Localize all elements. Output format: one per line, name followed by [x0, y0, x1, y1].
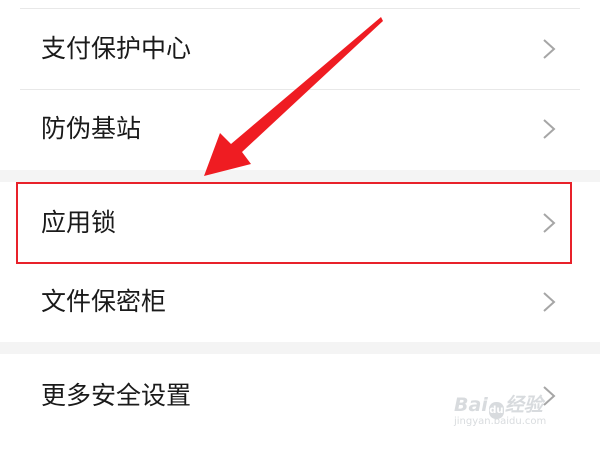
- chevron-right-icon: [542, 291, 556, 313]
- settings-item-payment-protection[interactable]: 支付保护中心: [0, 9, 600, 89]
- settings-item-label: 文件保密柜: [41, 287, 167, 316]
- settings-item-anti-fake-base-station[interactable]: 防伪基站: [0, 90, 600, 170]
- settings-item-file-safe[interactable]: 文件保密柜: [0, 264, 600, 342]
- settings-item-label: 更多安全设置: [41, 381, 192, 410]
- section-gap: [0, 342, 600, 354]
- chevron-right-icon: [542, 118, 556, 140]
- settings-item-more-security[interactable]: 更多安全设置: [0, 354, 600, 450]
- chevron-right-icon: [542, 38, 556, 60]
- settings-item-label: 支付保护中心: [41, 34, 192, 63]
- settings-item-label: 应用锁: [41, 208, 117, 237]
- settings-item-label: 防伪基站: [41, 114, 142, 143]
- security-settings-screen: 支付保护中心 防伪基站 应用锁 文件保密柜 更多安全设置 Baidu经验 jin…: [0, 0, 600, 450]
- section-gap: [0, 170, 600, 182]
- chevron-right-icon: [542, 212, 556, 234]
- settings-item-app-lock[interactable]: 应用锁: [0, 182, 600, 264]
- chevron-right-icon: [542, 385, 556, 407]
